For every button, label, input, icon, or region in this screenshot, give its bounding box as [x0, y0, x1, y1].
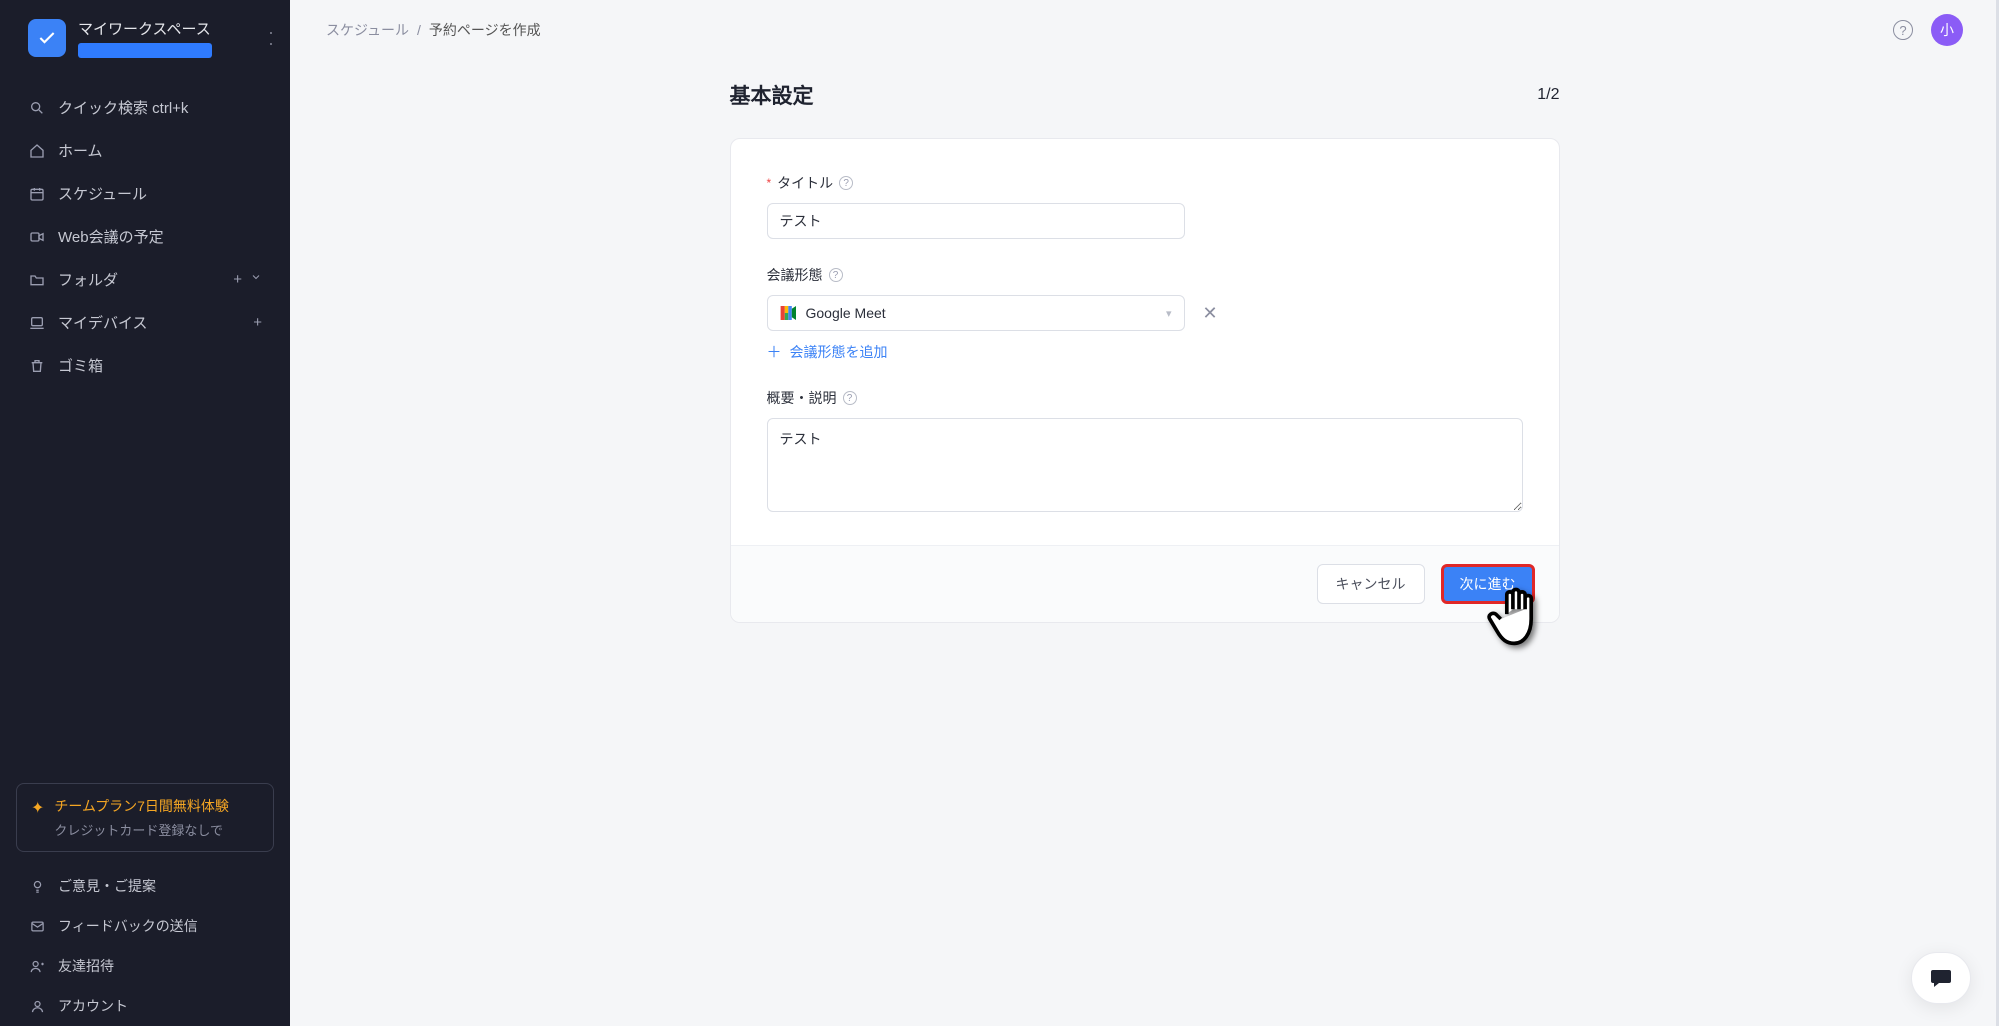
chevron-down-icon: ▾ [1166, 307, 1172, 320]
nav-label: クイック検索 ctrl+k [58, 97, 188, 118]
nav-label: フィードバックの送信 [58, 916, 198, 936]
workspace-title: マイワークスペース [78, 18, 212, 39]
chat-fab[interactable] [1911, 952, 1971, 1004]
card-footer: キャンセル 次に進む [731, 545, 1559, 622]
workspace-meta: マイワークスペース [78, 18, 212, 58]
title-input[interactable] [767, 203, 1185, 239]
workspace-logo [28, 19, 66, 57]
meeting-type-select[interactable]: Google Meet ▾ [767, 295, 1185, 331]
nav-send-feedback[interactable]: フィードバックの送信 [0, 906, 290, 946]
plus-icon: ＋ [767, 341, 782, 362]
folder-add-icon[interactable]: + [233, 271, 242, 288]
nav-label: ホーム [58, 140, 103, 161]
content: 基本設定 1/2 * タイトル ? 会議形態 [290, 60, 1999, 1026]
add-meeting-label: 会議形態を追加 [790, 342, 888, 362]
nav-invite[interactable]: 友達招待 [0, 946, 290, 986]
meeting-selected-label: Google Meet [806, 305, 886, 321]
nav-label: マイデバイス [58, 312, 148, 333]
user-icon [28, 997, 46, 1015]
chat-icon [1927, 966, 1955, 990]
home-icon [28, 142, 46, 160]
description-textarea[interactable] [767, 418, 1523, 512]
step-indicator: 1/2 [1537, 86, 1559, 104]
envelope-icon [28, 917, 46, 935]
device-icon [28, 314, 46, 332]
calendar-icon [28, 185, 46, 203]
sidebar: マイワークスペース ·· クイック検索 ctrl+k ホーム スケジュール We… [0, 0, 290, 1026]
nav-my-device[interactable]: マイデバイス + [0, 301, 290, 344]
nav-label: Web会議の予定 [58, 226, 164, 247]
cancel-button[interactable]: キャンセル [1317, 564, 1425, 604]
nav-web-meeting[interactable]: Web会議の予定 [0, 215, 290, 258]
help-icon[interactable]: ? [1893, 20, 1913, 40]
nav-label: 友達招待 [58, 956, 114, 976]
add-meeting-type[interactable]: ＋ 会議形態を追加 [767, 341, 1523, 362]
sparkle-icon: ✦ [31, 798, 44, 818]
video-icon [28, 228, 46, 246]
search-icon [28, 99, 46, 117]
clear-meeting-icon[interactable]: ✕ [1203, 304, 1218, 322]
nav-schedule[interactable]: スケジュール [0, 172, 290, 215]
nav-label: ゴミ箱 [58, 355, 103, 376]
nav-label: スケジュール [58, 183, 147, 204]
trash-icon [28, 357, 46, 375]
help-hint-icon[interactable]: ? [843, 391, 857, 405]
breadcrumb-current: 予約ページを作成 [429, 20, 541, 40]
next-button[interactable]: 次に進む [1441, 564, 1535, 604]
trial-subtitle: クレジットカード登録なしで [54, 820, 229, 839]
trial-title: チームプラン7日間無料体験 [54, 796, 229, 816]
page-title: 基本設定 [730, 80, 814, 110]
required-mark: * [767, 176, 772, 190]
nav-trash[interactable]: ゴミ箱 [0, 344, 290, 387]
field-description: 概要・説明 ? [767, 388, 1523, 517]
title-label: タイトル [777, 173, 833, 193]
workspace-menu-icon[interactable]: ·· [268, 28, 274, 48]
avatar[interactable]: 小 [1931, 14, 1963, 46]
help-hint-icon[interactable]: ? [839, 176, 853, 190]
nav-quick-search[interactable]: クイック検索 ctrl+k [0, 86, 290, 129]
nav-label: ご意見・ご提案 [58, 876, 156, 896]
folder-expand-icon[interactable] [250, 271, 262, 288]
footer-nav: ご意見・ご提案 フィードバックの送信 友達招待 アカウント [0, 866, 290, 1026]
workspace-switcher[interactable]: マイワークスペース ·· [0, 0, 290, 72]
workspace-selection-bar [78, 43, 212, 58]
google-meet-icon [780, 306, 798, 320]
topbar: スケジュール / 予約ページを作成 ? 小 [290, 0, 1999, 60]
device-add-icon[interactable]: + [253, 314, 262, 331]
nav-account[interactable]: アカウント [0, 986, 290, 1026]
invite-icon [28, 957, 46, 975]
bulb-icon [28, 877, 46, 895]
nav-home[interactable]: ホーム [0, 129, 290, 172]
description-label: 概要・説明 [767, 388, 837, 408]
breadcrumb-schedule[interactable]: スケジュール [326, 20, 409, 40]
help-hint-icon[interactable]: ? [829, 268, 843, 282]
nav-feedback-idea[interactable]: ご意見・ご提案 [0, 866, 290, 906]
primary-nav: クイック検索 ctrl+k ホーム スケジュール Web会議の予定 フォルダ +… [0, 72, 290, 401]
breadcrumb-separator: / [417, 22, 421, 38]
page-header: 基本設定 1/2 [730, 80, 1560, 110]
main-area: スケジュール / 予約ページを作成 ? 小 基本設定 1/2 * タイトル ? [290, 0, 1999, 1026]
trial-banner[interactable]: ✦ チームプラン7日間無料体験 クレジットカード登録なしで [16, 783, 274, 852]
nav-folder[interactable]: フォルダ + [0, 258, 290, 301]
field-meeting-type: 会議形態 ? [767, 265, 1523, 362]
folder-icon [28, 271, 46, 289]
field-title: * タイトル ? [767, 173, 1523, 239]
meeting-label: 会議形態 [767, 265, 823, 285]
nav-label: アカウント [58, 996, 128, 1016]
nav-label: フォルダ [58, 269, 118, 290]
settings-card: * タイトル ? 会議形態 ? [730, 138, 1560, 623]
